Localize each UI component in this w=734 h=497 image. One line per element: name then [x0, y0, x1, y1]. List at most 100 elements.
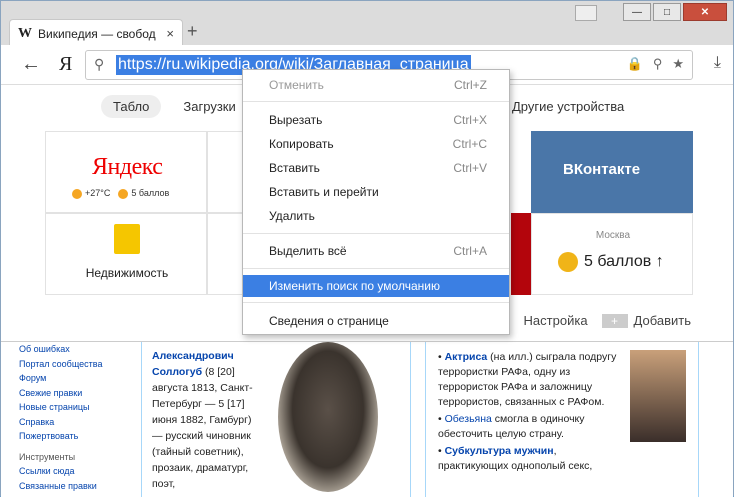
menu-item-paste[interactable]: Вставить Ctrl+V: [243, 157, 509, 179]
omnibox-icons: 🔒 ⚲ ★: [627, 56, 684, 72]
yandex-logo-icon[interactable]: Я: [59, 53, 72, 76]
menu-label: Выделить всё: [269, 244, 347, 258]
menu-shortcut: Ctrl+V: [453, 161, 487, 175]
menu-label: Вставить и перейти: [269, 185, 379, 199]
traffic-icon: [118, 188, 129, 199]
tab-other-devices[interactable]: Другие устройства: [512, 99, 624, 114]
menu-item-change-default-search[interactable]: Изменить поиск по умолчанию: [243, 275, 509, 297]
menu-shortcut: Ctrl+A: [453, 244, 487, 258]
menu-shortcut: Ctrl+C: [452, 137, 487, 151]
minimize-button[interactable]: —: [623, 3, 651, 21]
sidebar-item[interactable]: Справка: [19, 415, 129, 430]
news-item: • Субкультура мужчин, практикующих одноп…: [438, 445, 593, 472]
sidebar-item[interactable]: Свежие правки: [19, 386, 129, 401]
nedvizhimost-label: Недвижимость: [85, 266, 169, 280]
wikipedia-page: Об ошибках Портал сообщества Форум Свежи…: [1, 341, 733, 497]
plus-icon: +: [601, 314, 628, 328]
menu-item-copy[interactable]: Копировать Ctrl+C: [243, 133, 509, 155]
nedvizhimost-logo-icon: [114, 224, 140, 254]
menu-item-select-all[interactable]: Выделить всё Ctrl+A: [243, 240, 509, 262]
menu-item-delete[interactable]: Удалить: [243, 205, 509, 227]
window-controls: — □ ✕: [623, 3, 727, 21]
sidebar-item[interactable]: Форум: [19, 371, 129, 386]
news-list: • Актриса (на илл.) сыграла подругу терр…: [438, 350, 624, 476]
traffic-info: 5 баллов: [118, 188, 169, 199]
browser-window: W Википедия — свобод × + — □ ✕ ← Я ⚲ htt…: [0, 0, 734, 497]
context-menu: Отменить Ctrl+Z Вырезать Ctrl+X Копировать…: [242, 69, 510, 335]
news-item: • Актриса (на илл.) сыграла подругу терр…: [438, 351, 617, 408]
yandex-tile-info: +27°C 5 баллов: [72, 188, 169, 199]
tile-moscow-traffic[interactable]: Москва 5 баллов ↑: [531, 213, 693, 295]
title-bar: W Википедия — свобод × + — □ ✕: [1, 1, 733, 47]
close-window-button[interactable]: ✕: [683, 3, 727, 21]
article-portrait-image[interactable]: [278, 342, 378, 492]
sidebar-item[interactable]: Связанные правки: [19, 479, 129, 494]
weather-info: +27°C: [72, 188, 110, 199]
sun-icon: [72, 188, 82, 199]
settings-link[interactable]: Настройка: [524, 313, 588, 328]
menu-label: Вырезать: [269, 113, 323, 127]
menu-item-paste-and-go[interactable]: Вставить и перейти: [243, 181, 509, 203]
tab-downloads[interactable]: Загрузки: [183, 95, 235, 118]
menu-shortcut: Ctrl+X: [453, 113, 487, 127]
moscow-score-text: 5 баллов ↑: [584, 253, 664, 270]
moscow-score: 5 баллов ↑: [558, 252, 664, 272]
tab-title: Википедия — свобод: [38, 26, 156, 41]
featured-article: Александрович Соллогуб (8 [20] августа 1…: [141, 342, 411, 497]
news-link[interactable]: Актриса: [445, 351, 488, 363]
news-link[interactable]: Субкультура мужчин: [445, 445, 554, 457]
search-icon: ⚲: [94, 56, 105, 72]
add-button[interactable]: + Добавить: [601, 313, 691, 328]
menu-label: Сведения о странице: [269, 314, 389, 328]
menu-separator: [243, 302, 509, 303]
menu-item-undo[interactable]: Отменить Ctrl+Z: [243, 74, 509, 96]
back-arrow-icon[interactable]: ←: [21, 53, 41, 76]
article-body: (8 [20] августа 1813, Санкт-Петербург — …: [152, 366, 253, 490]
tab-tablo[interactable]: Табло: [101, 95, 162, 118]
sidebar-tools-header: Инструменты: [19, 451, 76, 462]
wiki-sidebar: Об ошибках Портал сообщества Форум Свежи…: [19, 342, 129, 493]
tile-vkontakte[interactable]: ВКонтакте: [531, 131, 693, 213]
maximize-button[interactable]: □: [653, 3, 681, 21]
moscow-city: Москва: [595, 230, 631, 241]
add-label: Добавить: [633, 313, 691, 328]
wikipedia-favicon-icon: W: [18, 25, 32, 41]
zoom-icon[interactable]: ⚲: [653, 56, 663, 72]
news-link[interactable]: Обезьяна: [445, 413, 492, 425]
news-column: • Актриса (на илл.) сыграла подругу терр…: [425, 342, 699, 497]
menu-item-cut[interactable]: Вырезать Ctrl+X: [243, 109, 509, 131]
tile-nedvizhimost[interactable]: Недвижимость: [45, 213, 207, 295]
lock-icon[interactable]: 🔒: [627, 56, 643, 72]
menu-shortcut: Ctrl+Z: [454, 78, 487, 92]
star-icon[interactable]: ★: [672, 56, 684, 72]
tile-hidden-2[interactable]: [207, 213, 247, 295]
sidebar-item[interactable]: Портал сообщества: [19, 357, 129, 372]
sidebar-item[interactable]: Об ошибках: [19, 342, 129, 357]
vk-tile-name: ВКонтакте: [563, 161, 641, 178]
tile-hidden-1[interactable]: [207, 131, 247, 213]
menu-separator: [243, 101, 509, 102]
tab-wikipedia[interactable]: W Википедия — свобод ×: [9, 19, 183, 47]
menu-label: Копировать: [269, 137, 334, 151]
menu-separator: [243, 268, 509, 269]
menu-label: Отменить: [269, 78, 324, 92]
sidebar-item[interactable]: Ссылки сюда: [19, 464, 129, 479]
tile-yandex[interactable]: Яндекс +27°C 5 баллов: [45, 131, 207, 213]
tile-hidden-red[interactable]: [511, 213, 531, 295]
menu-item-page-info[interactable]: Сведения о странице: [243, 310, 509, 332]
download-icon[interactable]: ⤓: [714, 54, 721, 72]
sidebar-item[interactable]: Новые страницы: [19, 400, 129, 415]
temperature: +27°C: [85, 188, 111, 198]
sidebar-item[interactable]: Пожертвовать: [19, 429, 129, 444]
article-text: Александрович Соллогуб (8 [20] августа 1…: [152, 348, 264, 492]
news-photo-image[interactable]: [630, 350, 686, 442]
menu-separator: [243, 233, 509, 234]
new-tab-button[interactable]: +: [187, 21, 198, 42]
menu-label: Изменить поиск по умолчанию: [269, 279, 440, 293]
browser-menu-button[interactable]: [575, 5, 597, 21]
tablo-bottom-nav: Настройка + Добавить: [524, 313, 691, 328]
yandex-tile-name: Яндекс: [92, 154, 163, 180]
tablo-nav: Табло Загрузки: [101, 95, 236, 118]
tab-close-icon[interactable]: ×: [166, 26, 174, 41]
menu-label: Удалить: [269, 209, 315, 223]
